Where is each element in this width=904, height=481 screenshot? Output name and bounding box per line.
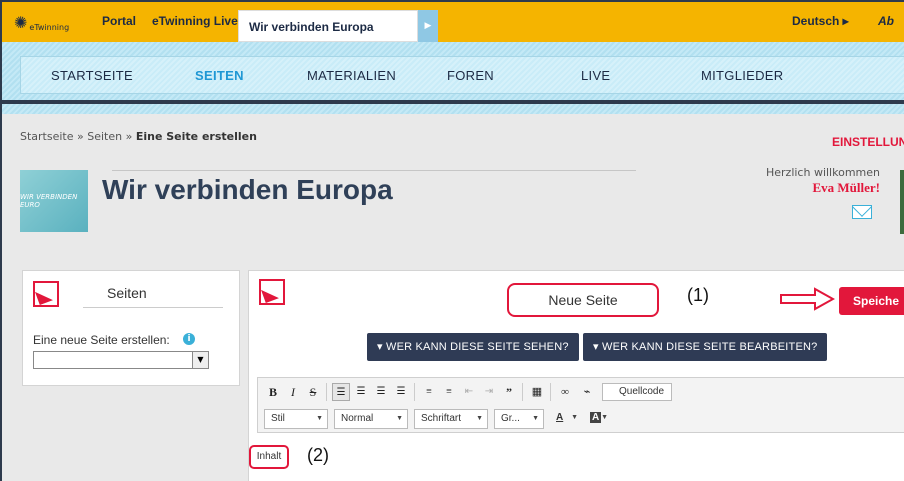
format-combo[interactable]: Normal ▼ <box>334 409 408 429</box>
page-title-input[interactable]: Neue Seite <box>507 283 659 317</box>
italic-button[interactable]: I <box>284 383 302 401</box>
breadcrumb-separator: » <box>77 130 84 143</box>
info-icon[interactable]: i <box>183 333 195 345</box>
browser-viewport: ✺ eTwinning Portal eTwinning Live Wir ve… <box>0 0 904 481</box>
text-color-glyph: A <box>556 412 564 423</box>
bulleted-list-icon[interactable]: ≡ <box>440 383 458 401</box>
align-left-icon[interactable]: ☰ <box>332 383 350 401</box>
rich-text-toolbar: B I S ☰ ☰ ☰ ☰ ≡ ≡ ⇤ ⇥ ” ▦ ∞ ⌁ Quellcode … <box>257 377 904 433</box>
new-page-label: Eine neue Seite erstellen: <box>33 333 170 347</box>
chevron-down-icon: ▼ <box>532 415 539 422</box>
size-combo[interactable]: Gr... ▼ <box>494 409 544 429</box>
account-link[interactable]: Ab <box>878 14 894 28</box>
portal-link[interactable]: Portal <box>102 14 136 28</box>
text-color-button[interactable]: A ▼ <box>550 409 582 429</box>
nav-item-seiten[interactable]: SEITEN <box>195 68 244 83</box>
align-justify-icon[interactable]: ☰ <box>392 383 410 401</box>
top-bar: ✺ eTwinning Portal eTwinning Live Wir ve… <box>2 2 904 42</box>
bold-button[interactable]: B <box>264 383 282 401</box>
main-nav-band: STARTSEITE SEITEN MATERIALIEN FOREN LIVE… <box>2 42 904 114</box>
title-rule <box>112 170 636 171</box>
main-nav: STARTSEITE SEITEN MATERIALIEN FOREN LIVE… <box>20 56 904 94</box>
page-editor-panel: Neue Seite (1) Speiche ▾ WER KANN DIESE … <box>248 270 904 481</box>
new-page-select[interactable]: ▼ <box>33 351 209 369</box>
align-right-icon[interactable]: ☰ <box>372 383 390 401</box>
chevron-down-icon: ▼ <box>316 415 323 422</box>
toolbar-separator <box>326 383 327 401</box>
indent-icon[interactable]: ⇥ <box>480 383 498 401</box>
breadcrumb-separator: » <box>125 130 133 143</box>
chevron-down-icon: ▼ <box>571 414 578 421</box>
attachment-icon[interactable]: ⌁ <box>578 383 596 401</box>
who-can-edit-button[interactable]: ▾ WER KANN DIESE SEITE BEARBEITEN? <box>583 333 828 361</box>
sidebar-title: Seiten <box>107 285 147 301</box>
toolbar-separator <box>414 383 415 401</box>
source-code-button[interactable]: Quellcode <box>602 383 672 401</box>
style-combo-value: Stil <box>271 413 285 424</box>
blockquote-icon[interactable]: ” <box>500 383 518 401</box>
chevron-down-icon: ▼ <box>476 415 483 422</box>
annotation-arrow-icon <box>780 287 835 311</box>
etwinning-live-link[interactable]: eTwinning Live <box>152 14 238 28</box>
nav-item-foren[interactable]: FOREN <box>447 68 494 83</box>
breadcrumb: Startseite » Seiten » Eine Seite erstell… <box>20 130 257 143</box>
language-selector[interactable]: Deutsch ▸ <box>792 14 849 28</box>
annotation-1: (1) <box>687 285 709 305</box>
format-combo-value: Normal <box>341 413 374 424</box>
tab-expand-icon[interactable]: ▶ <box>418 10 438 42</box>
breadcrumb-startseite[interactable]: Startseite <box>20 130 74 143</box>
content-area[interactable]: Inhalt <box>249 445 289 469</box>
style-combo[interactable]: Stil ▼ <box>264 409 328 429</box>
page-flag-icon <box>259 279 285 305</box>
nav-item-materialien[interactable]: MATERIALIEN <box>307 68 396 83</box>
active-group-tab[interactable]: Wir verbinden Europa <box>238 10 418 42</box>
numbered-list-icon[interactable]: ≡ <box>420 383 438 401</box>
chevron-down-icon: ▼ <box>396 415 403 422</box>
nav-divider <box>2 100 904 104</box>
welcome-text: Herzlich willkommen <box>765 166 880 179</box>
font-combo[interactable]: Schriftart ▼ <box>414 409 488 429</box>
group-hero-image: WIR VERBINDEN EURO <box>20 170 88 232</box>
breadcrumb-seiten[interactable]: Seiten <box>87 130 122 143</box>
mail-icon[interactable] <box>852 205 872 219</box>
page-title: Wir verbinden Europa <box>102 174 393 205</box>
outdent-icon[interactable]: ⇤ <box>460 383 478 401</box>
dropdown-chevron-icon: ▾ <box>377 341 383 353</box>
logo-text: eTwinning <box>29 22 70 32</box>
bg-color-button[interactable]: A ▼ <box>584 409 612 429</box>
who-can-view-button[interactable]: ▾ WER KANN DIESE SEITE SEHEN? <box>367 333 579 361</box>
bg-color-glyph: A <box>590 412 602 423</box>
font-combo-value: Schriftart <box>421 413 462 424</box>
dropdown-chevron-icon: ▾ <box>593 341 599 353</box>
who-can-edit-label: WER KANN DIESE SEITE BEARBEITEN? <box>602 341 818 353</box>
avatar[interactable] <box>900 170 904 234</box>
table-icon[interactable]: ▦ <box>528 383 546 401</box>
toolbar-separator <box>550 383 551 401</box>
save-button[interactable]: Speiche <box>839 287 904 315</box>
annotation-2: (2) <box>307 445 329 465</box>
nav-item-live[interactable]: LIVE <box>581 68 610 83</box>
sidebar-title-rule <box>83 307 223 308</box>
chevron-down-icon: ▼ <box>601 414 608 421</box>
etwinning-star-icon: ✺ <box>14 13 28 32</box>
size-combo-value: Gr... <box>501 413 520 424</box>
sidebar-pages-panel: Seiten Eine neue Seite erstellen: i ▼ <box>22 270 240 386</box>
nav-item-startseite[interactable]: STARTSEITE <box>51 68 133 83</box>
breadcrumb-current: Eine Seite erstellen <box>135 130 257 143</box>
align-center-icon[interactable]: ☰ <box>352 383 370 401</box>
chevron-down-icon[interactable]: ▼ <box>192 352 208 368</box>
toolbar-separator <box>522 383 523 401</box>
who-can-view-label: WER KANN DIESE SEITE SEHEN? <box>386 341 569 353</box>
etwinning-logo[interactable]: ✺ eTwinning <box>14 12 69 34</box>
user-name[interactable]: Eva Müller! <box>740 180 880 196</box>
link-icon[interactable]: ∞ <box>556 383 574 401</box>
nav-item-mitglieder[interactable]: MITGLIEDER <box>701 68 783 83</box>
strikethrough-button[interactable]: S <box>304 383 322 401</box>
pages-flag-icon <box>33 281 59 307</box>
settings-link[interactable]: EINSTELLUN <box>832 135 904 149</box>
